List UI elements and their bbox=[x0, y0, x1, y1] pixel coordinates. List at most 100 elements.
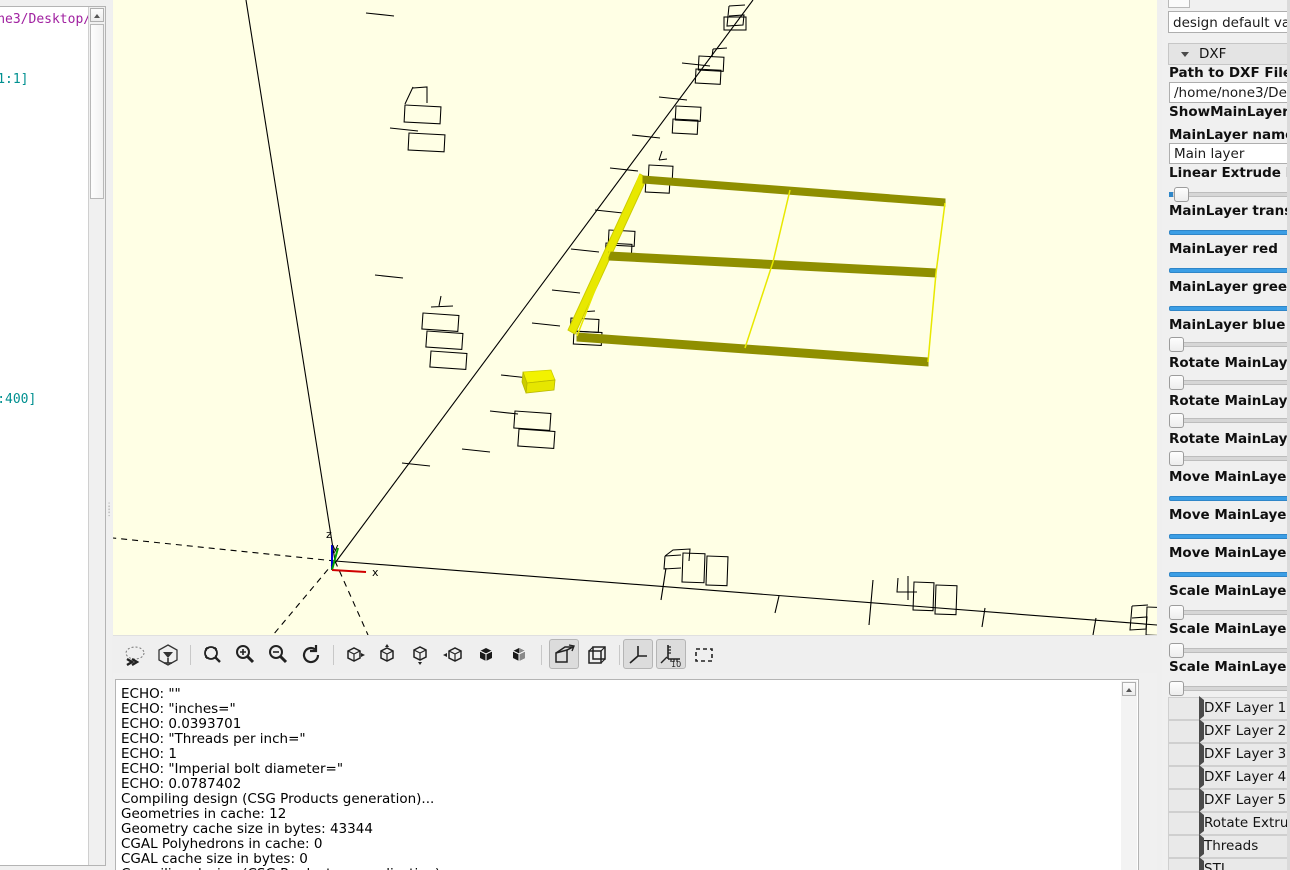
zoom-out-button[interactable] bbox=[263, 639, 293, 669]
accordion-rotate-extrude[interactable]: Rotate Extrude D... bbox=[1168, 812, 1290, 835]
toolbar-separator-3 bbox=[541, 645, 542, 665]
accordion-dxf-layer-1[interactable]: DXF Layer 1 bbox=[1168, 697, 1290, 720]
slider-fill bbox=[1169, 268, 1290, 273]
code-editor-text[interactable]: sketch_dxf = "/home/none3/Desktop/part.d… bbox=[0, 10, 85, 710]
console-text: ECHO: "" ECHO: "inches=" ECHO: 0.0393701… bbox=[121, 687, 440, 870]
slider-tick bbox=[1169, 192, 1173, 197]
accordion-label: DXF Layer 4 bbox=[1204, 769, 1286, 785]
render-cgal-icon bbox=[156, 643, 180, 667]
preview-button[interactable] bbox=[120, 639, 150, 669]
accordion-label: DXF Layer 1 bbox=[1204, 700, 1286, 716]
svg-text:x: x bbox=[372, 566, 379, 579]
mainlayer-blue-slider[interactable] bbox=[1169, 336, 1290, 354]
editor-scrollbar-thumb[interactable] bbox=[90, 24, 104, 199]
editor-viewport-splitter[interactable]: ∶∶∶∶ bbox=[107, 0, 112, 870]
accordion-dxf-layer-5[interactable]: DXF Layer 5 bbox=[1168, 789, 1290, 812]
show-axes-icon bbox=[626, 643, 650, 667]
scale-mainlayer-z-slider[interactable] bbox=[1169, 680, 1290, 698]
panel-top-chrome bbox=[1168, 0, 1190, 8]
view-left-button[interactable] bbox=[438, 639, 468, 669]
show-edges-button[interactable] bbox=[689, 639, 719, 669]
accordion-dxf-layer-3[interactable]: DXF Layer 3 bbox=[1168, 743, 1290, 766]
slider-handle[interactable] bbox=[1169, 413, 1184, 428]
parameter-preset-combo[interactable]: design default values bbox=[1168, 11, 1290, 33]
show-scale-markers-icon: 10 bbox=[659, 643, 683, 667]
3d-scene: z y x bbox=[113, 0, 1157, 635]
zoom-in-button[interactable] bbox=[230, 639, 260, 669]
move-mainlayer-x-slider[interactable] bbox=[1169, 490, 1290, 508]
mainlayer-red-label: MainLayer red bbox=[1169, 241, 1290, 257]
console-scroll-up-arrow-icon[interactable] bbox=[1122, 682, 1136, 696]
view-front-icon bbox=[474, 643, 498, 667]
svg-text:z: z bbox=[326, 528, 332, 541]
path-to-dxf-file-label: Path to DXF File bbox=[1169, 65, 1290, 81]
move-mainlayer-z-label: Move MainLayer Z... bbox=[1169, 545, 1290, 561]
move-mainlayer-y-slider[interactable] bbox=[1169, 528, 1290, 546]
slider-fill bbox=[1169, 534, 1290, 539]
linear-extrude-slider[interactable] bbox=[1169, 186, 1290, 204]
console-output[interactable]: ECHO: "" ECHO: "inches=" ECHO: 0.0393701… bbox=[115, 679, 1139, 870]
view-bottom-icon bbox=[408, 643, 432, 667]
group-header-dxf[interactable]: DXF bbox=[1168, 43, 1290, 65]
accordion-label: Threads bbox=[1204, 838, 1258, 854]
slider-handle[interactable] bbox=[1169, 337, 1184, 352]
editor-pane: sketch_dxf = "/home/none3/Desktop/part.d… bbox=[0, 0, 112, 870]
move-mainlayer-z-slider[interactable] bbox=[1169, 566, 1290, 584]
code-editor[interactable]: sketch_dxf = "/home/none3/Desktop/part.d… bbox=[0, 6, 106, 866]
zoom-all-button[interactable] bbox=[197, 639, 227, 669]
show-scale-button[interactable]: 10 bbox=[656, 639, 686, 669]
zoom-in-icon bbox=[233, 643, 257, 667]
slider-groove bbox=[1169, 418, 1290, 423]
mainlayer-green-slider[interactable] bbox=[1169, 300, 1290, 318]
main-layer-name-input[interactable]: Main layer bbox=[1169, 143, 1290, 164]
slider-handle[interactable] bbox=[1169, 375, 1184, 390]
axis-indicator: z y x bbox=[326, 528, 379, 579]
accordion-stl[interactable]: STL bbox=[1168, 858, 1290, 870]
preview-fast-icon bbox=[123, 643, 147, 667]
linear-extrude-label: Linear Extrude Ma... bbox=[1169, 165, 1290, 181]
mainlayer-transparency-label: MainLayer transpa... bbox=[1169, 203, 1290, 219]
rotate-mainlayer-x-slider[interactable] bbox=[1169, 374, 1290, 392]
view-right-button[interactable] bbox=[339, 639, 369, 669]
slider-groove bbox=[1169, 648, 1290, 653]
show-axes-button[interactable] bbox=[623, 639, 653, 669]
mainlayer-transparency-slider[interactable] bbox=[1169, 224, 1290, 242]
slider-fill bbox=[1169, 496, 1290, 501]
openscad-window: sketch_dxf = "/home/none3/Desktop/part.d… bbox=[0, 0, 1290, 870]
scale-mainlayer-x-slider[interactable] bbox=[1169, 604, 1290, 622]
editor-vertical-scrollbar[interactable] bbox=[88, 7, 105, 865]
rotate-mainlayer-y-slider[interactable] bbox=[1169, 412, 1290, 430]
rotate-mainlayer-z-slider[interactable] bbox=[1169, 450, 1290, 468]
console-vertical-scrollbar[interactable] bbox=[1121, 681, 1137, 870]
mainlayer-red-slider[interactable] bbox=[1169, 262, 1290, 280]
view-back-button[interactable] bbox=[504, 639, 534, 669]
customizer-panel: design default values DXF Path to DXF Fi… bbox=[1162, 0, 1290, 870]
accordion-dxf-layer-2[interactable]: DXF Layer 2 bbox=[1168, 720, 1290, 743]
accordion-dxf-layer-4[interactable]: DXF Layer 4 bbox=[1168, 766, 1290, 789]
view-bottom-button[interactable] bbox=[405, 639, 435, 669]
scroll-up-arrow-icon[interactable] bbox=[90, 8, 104, 22]
view-top-icon bbox=[375, 643, 399, 667]
chevron-down-icon bbox=[1181, 52, 1189, 57]
slider-handle[interactable] bbox=[1169, 605, 1184, 620]
show-edges-icon bbox=[692, 643, 716, 667]
reset-view-button[interactable] bbox=[296, 639, 326, 669]
slider-handle[interactable] bbox=[1174, 187, 1189, 202]
slider-handle[interactable] bbox=[1169, 451, 1184, 466]
slider-handle[interactable] bbox=[1169, 681, 1184, 696]
slider-groove bbox=[1169, 686, 1290, 691]
orthogonal-button[interactable] bbox=[582, 639, 612, 669]
perspective-button[interactable] bbox=[549, 639, 579, 669]
3d-viewport[interactable]: z y x bbox=[113, 0, 1157, 635]
view-all-icon bbox=[200, 643, 224, 667]
accordion-label: DXF Layer 2 bbox=[1204, 723, 1286, 739]
scale-mainlayer-y-slider[interactable] bbox=[1169, 642, 1290, 660]
render-button[interactable] bbox=[153, 639, 183, 669]
accordion-threads[interactable]: Threads bbox=[1168, 835, 1290, 858]
view-front-button[interactable] bbox=[471, 639, 501, 669]
mainlayer-green-label: MainLayer green bbox=[1169, 279, 1290, 295]
view-top-button[interactable] bbox=[372, 639, 402, 669]
svg-text:y: y bbox=[332, 541, 339, 554]
path-to-dxf-file-input[interactable]: /home/none3/Desktop/... bbox=[1169, 82, 1290, 103]
slider-handle[interactable] bbox=[1169, 643, 1184, 658]
